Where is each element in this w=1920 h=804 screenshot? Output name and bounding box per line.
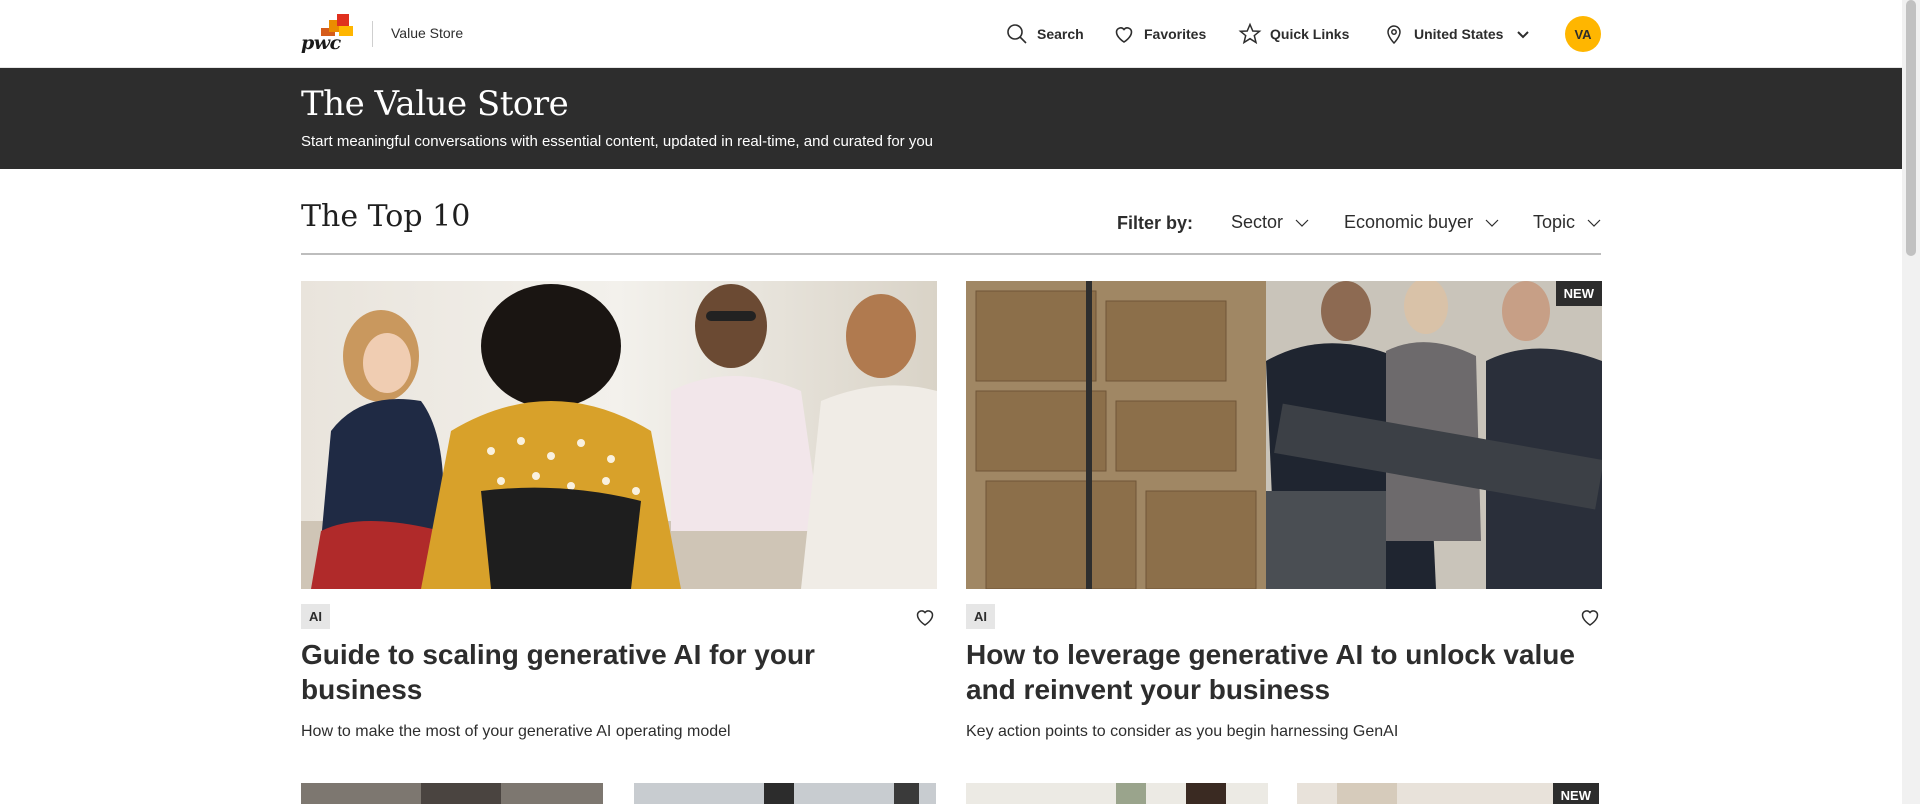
search-label: Search xyxy=(1037,26,1084,42)
new-badge: NEW xyxy=(1552,783,1599,804)
pwc-logo[interactable]: pwc xyxy=(301,14,353,54)
card-thumbnail[interactable] xyxy=(966,783,1268,804)
card-thumbnail[interactable] xyxy=(634,783,936,804)
card-title[interactable]: Guide to scaling generative AI for your … xyxy=(301,637,937,707)
card-description: How to make the most of your generative … xyxy=(301,723,731,740)
top-navigation-bar: pwc Value Store Search Favorites Quick L… xyxy=(0,0,1902,68)
quick-links-button[interactable]: Quick Links xyxy=(1238,22,1349,46)
favorites-label: Favorites xyxy=(1144,26,1207,42)
heart-icon xyxy=(1115,27,1133,43)
header-divider xyxy=(372,21,373,47)
filter-topic-label: Topic xyxy=(1533,212,1576,232)
search-icon xyxy=(1007,24,1027,44)
page-subtitle: Start meaningful conversations with esse… xyxy=(301,133,934,150)
filter-sector-dropdown[interactable]: Sector xyxy=(1231,212,1311,233)
card-thumbnail[interactable]: NEW xyxy=(1297,783,1599,804)
content-card[interactable]: NEW AI How to leverage generative AI to … xyxy=(966,281,1602,740)
section-title: The Top 10 xyxy=(301,199,471,234)
filter-topic-dropdown[interactable]: Topic xyxy=(1533,212,1603,233)
new-badge: NEW xyxy=(1555,281,1602,306)
card-title[interactable]: How to leverage generative AI to unlock … xyxy=(966,637,1602,707)
quick-links-label: Quick Links xyxy=(1270,26,1350,42)
hero-banner: The Value Store Start meaningful convers… xyxy=(0,68,1902,169)
user-avatar[interactable]: VA xyxy=(1565,16,1601,52)
filter-sector-label: Sector xyxy=(1231,212,1284,232)
filter-label: Filter by: xyxy=(1117,213,1194,233)
favorite-heart-icon[interactable] xyxy=(1578,605,1602,629)
card-image-meeting[interactable] xyxy=(301,281,937,589)
card-image-warehouse[interactable]: NEW xyxy=(966,281,1602,589)
scrollbar-thumb[interactable] xyxy=(1906,0,1916,256)
star-icon xyxy=(1238,22,1262,45)
chevron-down-icon xyxy=(1485,219,1499,227)
app-name[interactable]: Value Store xyxy=(391,25,463,41)
favorite-heart-icon[interactable] xyxy=(913,605,937,629)
filter-economic-buyer-label: Economic buyer xyxy=(1344,212,1474,232)
country-selector[interactable]: United States xyxy=(1382,22,1535,46)
card-tag[interactable]: AI xyxy=(301,604,330,629)
card-thumbnail[interactable] xyxy=(301,783,603,804)
section-divider xyxy=(301,253,1601,255)
chevron-down-icon xyxy=(1295,219,1309,227)
content-card[interactable]: AI Guide to scaling generative AI for yo… xyxy=(301,281,937,740)
chevron-down-icon xyxy=(1587,219,1601,227)
search-button[interactable]: Search xyxy=(1005,22,1084,46)
location-pin-icon xyxy=(1387,25,1401,45)
favorites-button[interactable]: Favorites xyxy=(1112,22,1206,46)
country-label: United States xyxy=(1414,26,1504,42)
card-description: Key action points to consider as you beg… xyxy=(966,723,1399,740)
card-tag[interactable]: AI xyxy=(966,604,995,629)
filter-economic-buyer-dropdown[interactable]: Economic buyer xyxy=(1344,212,1501,233)
chevron-down-icon xyxy=(1517,31,1530,39)
page-title: The Value Store xyxy=(301,84,569,124)
